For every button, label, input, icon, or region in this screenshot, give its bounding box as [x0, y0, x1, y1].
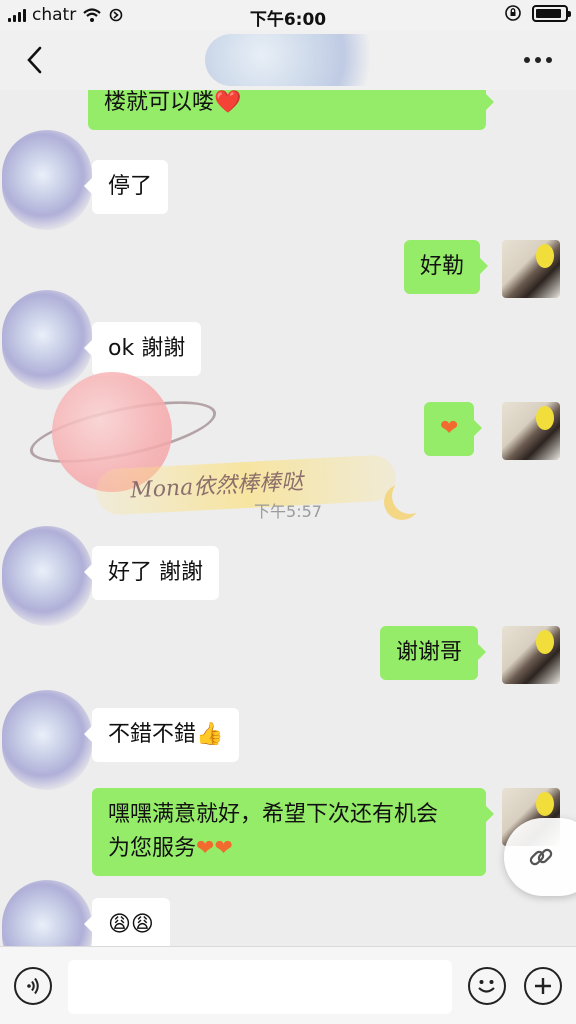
- message-text: 停了: [108, 174, 153, 199]
- thumbs-up-emoji: 👍: [196, 722, 224, 747]
- back-button[interactable]: [14, 40, 54, 80]
- tired-face-emoji: 😩😩: [108, 912, 154, 937]
- contact-avatar[interactable]: [2, 290, 92, 390]
- message-text: ok 謝謝: [108, 336, 186, 361]
- message-text: 楼就可以喽: [104, 90, 215, 115]
- more-dots-icon: [524, 57, 530, 63]
- voice-button[interactable]: [14, 967, 52, 1005]
- contact-avatar[interactable]: [2, 130, 92, 230]
- floating-link-button[interactable]: [504, 818, 576, 896]
- contact-avatar[interactable]: [2, 880, 92, 946]
- message-bubble-incoming[interactable]: ok 謝謝: [83, 322, 202, 376]
- message-input[interactable]: [68, 960, 452, 1014]
- message-bubble-incoming[interactable]: 😩😩: [84, 898, 170, 946]
- message-bubble-outgoing[interactable]: 好勒: [404, 240, 489, 294]
- more-options-button[interactable]: [518, 48, 558, 72]
- link-icon: [529, 848, 553, 866]
- message-bubble-incoming[interactable]: 好了 謝謝: [84, 546, 219, 600]
- chevron-left-icon: [27, 46, 42, 74]
- rotation-lock-icon: [505, 5, 521, 21]
- my-avatar[interactable]: [502, 240, 560, 298]
- contact-avatar[interactable]: [2, 526, 92, 626]
- input-bar: [0, 946, 576, 1024]
- message-bubble-incoming[interactable]: 不錯不錯👍: [83, 708, 240, 762]
- battery-icon: [532, 4, 571, 22]
- contact-name-blurred: [205, 34, 395, 86]
- plus-icon: [535, 978, 551, 994]
- message-timestamp: 下午5:57: [254, 502, 322, 521]
- more-dot: [546, 57, 552, 63]
- message-bubble-outgoing[interactable]: 楼就可以喽❤️: [88, 90, 494, 130]
- my-avatar[interactable]: [502, 626, 560, 684]
- heart-emoji: ❤❤: [196, 836, 233, 861]
- contact-avatar[interactable]: [2, 690, 92, 790]
- add-button[interactable]: [524, 967, 562, 1005]
- message-text: 不錯不錯: [108, 722, 197, 747]
- message-bubble-incoming[interactable]: 停了: [83, 160, 169, 214]
- message-text: 好了 謝謝: [108, 560, 203, 585]
- message-bubble-outgoing[interactable]: 嘿嘿满意就好，希望下次还有机会 为您服务❤❤: [92, 788, 494, 876]
- heart-emoji: ❤️: [214, 90, 242, 115]
- message-bubble-outgoing[interactable]: ❤: [424, 402, 483, 456]
- chat-header: [0, 30, 576, 90]
- status-bar: chatr 下午6:00: [0, 0, 576, 30]
- message-text: 谢谢哥: [396, 640, 463, 665]
- status-right: [504, 4, 571, 22]
- chat-message-list[interactable]: 楼就可以喽❤️ 停了 好勒 ok 謝謝 ❤ Mona依然棒棒哒 下午5:57 好…: [0, 90, 576, 946]
- my-avatar[interactable]: [502, 402, 560, 460]
- message-text: 好勒: [420, 254, 465, 279]
- emoji-button[interactable]: [468, 967, 506, 1005]
- message-text: 嘿嘿满意就好，希望下次还有机会: [108, 802, 439, 827]
- heart-emoji: ❤: [440, 416, 459, 441]
- more-dot: [535, 57, 541, 63]
- message-bubble-outgoing[interactable]: 谢谢哥: [380, 626, 487, 680]
- status-time: 下午6:00: [249, 10, 327, 30]
- message-text-line2: 为您服务: [108, 836, 197, 861]
- emoji-icon: [478, 980, 495, 993]
- voice-icon: [27, 977, 39, 995]
